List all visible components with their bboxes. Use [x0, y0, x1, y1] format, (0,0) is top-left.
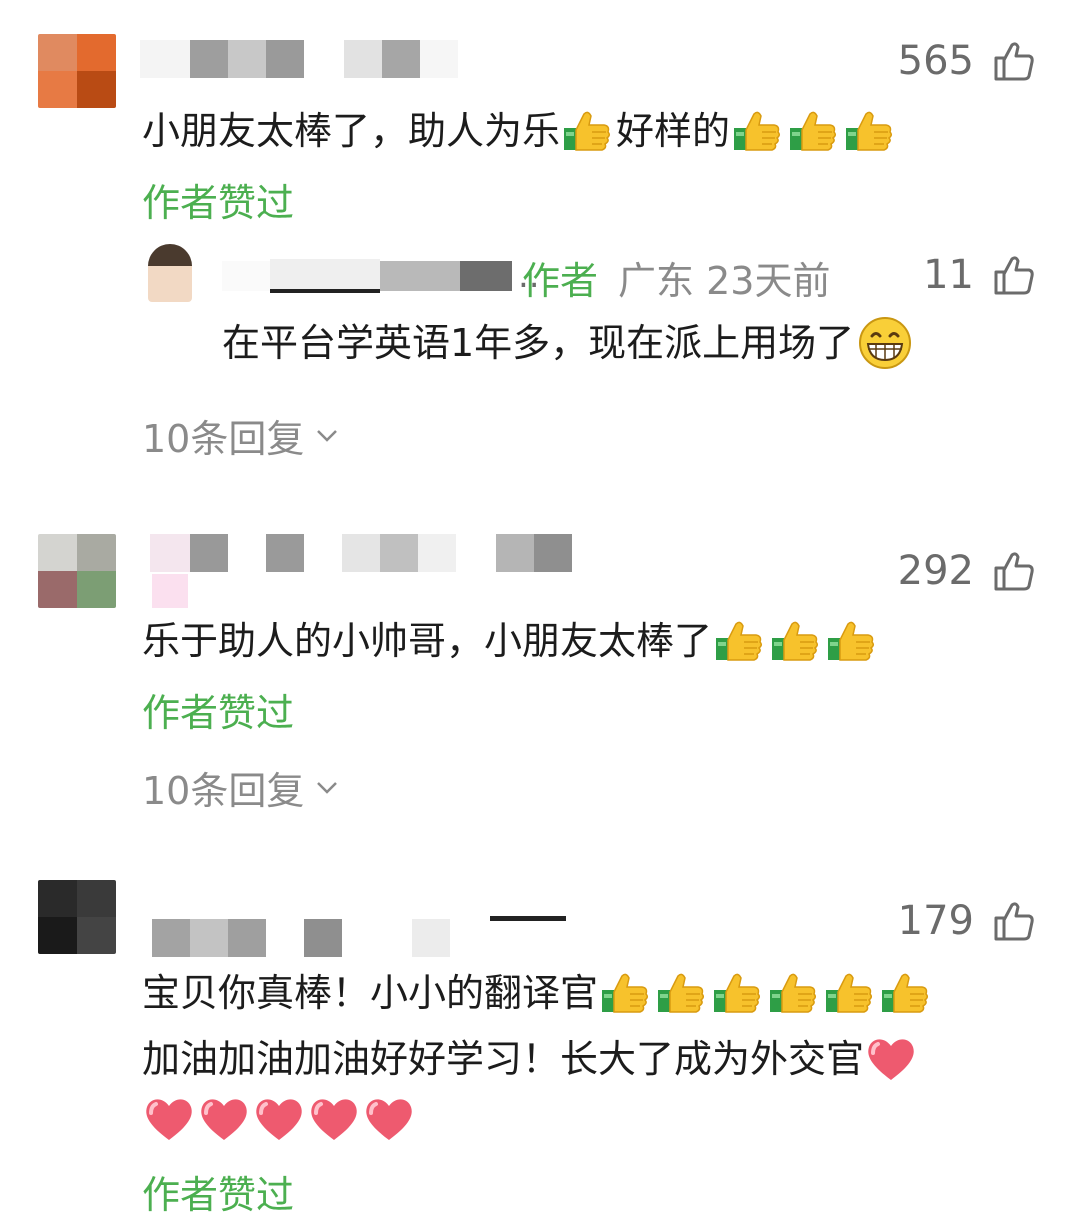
heart-emoji — [142, 1094, 196, 1144]
reply-meta: 作者 广东 23天前 — [522, 250, 830, 305]
thumbs-up-emoji — [880, 970, 932, 1016]
heart-emoji — [252, 1094, 306, 1144]
author-name-blurred[interactable]: .. — [222, 256, 540, 296]
author-liked-badge: 作者赞过 — [142, 691, 295, 735]
like-count-area[interactable]: 292 — [898, 548, 1036, 594]
avatar[interactable] — [38, 534, 116, 608]
comment-text-line-2: 加油加油加油好好学习！长大了成为外交官 — [142, 1028, 919, 1090]
reply-like-area[interactable]: 11 — [923, 252, 1036, 298]
heart-emoji — [864, 1034, 918, 1084]
heart-emoji — [362, 1094, 416, 1144]
thumbs-up-emoji — [712, 970, 764, 1016]
thumbs-up-emoji — [824, 970, 876, 1016]
view-replies-button[interactable]: 10条回复 — [142, 408, 338, 463]
username-blurred[interactable] — [150, 534, 572, 572]
like-count: 11 — [923, 252, 974, 298]
thumbs-up-emoji — [788, 108, 840, 154]
author-liked-badge: 作者赞过 — [142, 1173, 295, 1217]
username-blurred[interactable] — [152, 916, 566, 959]
like-count: 565 — [897, 38, 974, 84]
like-count-area[interactable]: 179 — [898, 898, 1036, 944]
thumbs-up-emoji — [600, 970, 652, 1016]
thumbs-up-emoji — [768, 970, 820, 1016]
avatar[interactable] — [38, 880, 116, 954]
thumbs-up-icon[interactable] — [992, 253, 1036, 297]
thumbs-up-emoji — [562, 108, 614, 154]
thumbs-up-icon[interactable] — [992, 39, 1036, 83]
author-liked-badge: 作者赞过 — [142, 181, 295, 225]
thumbs-up-emoji — [714, 618, 766, 664]
comment-text-line-1: 宝贝你真棒！小小的翻译官 — [142, 962, 934, 1024]
heart-emoji — [307, 1094, 361, 1144]
like-count: 292 — [897, 548, 974, 594]
thumbs-up-emoji — [656, 970, 708, 1016]
location-time: 广东 23天前 — [618, 259, 831, 303]
like-count: 179 — [897, 898, 974, 944]
chevron-down-icon — [317, 781, 338, 794]
thumbs-up-emoji — [844, 108, 896, 154]
thumbs-up-emoji — [732, 108, 784, 154]
like-count-area[interactable]: 565 — [898, 38, 1036, 84]
thumbs-up-icon[interactable] — [992, 549, 1036, 593]
heart-emoji — [197, 1094, 251, 1144]
author-tag: 作者 — [522, 259, 599, 303]
comment-text: 小朋友太棒了，助人为乐 好样的 — [142, 100, 898, 162]
grinning-face-emoji — [858, 316, 912, 370]
thumbs-up-icon[interactable] — [992, 899, 1036, 943]
author-avatar[interactable] — [148, 244, 192, 302]
username-blurred[interactable] — [140, 40, 458, 78]
comment-text: 乐于助人的小帅哥，小朋友太棒了 — [142, 610, 880, 672]
view-replies-button[interactable]: 10条回复 — [142, 760, 338, 815]
thumbs-up-emoji — [770, 618, 822, 664]
chevron-down-icon — [317, 429, 338, 442]
reply-text: 在平台学英语1年多，现在派上用场了 — [222, 312, 912, 374]
avatar-badge-blurred — [152, 574, 188, 608]
comment-text-line-3 — [142, 1094, 417, 1144]
thumbs-up-emoji — [826, 618, 878, 664]
avatar[interactable] — [38, 34, 116, 108]
